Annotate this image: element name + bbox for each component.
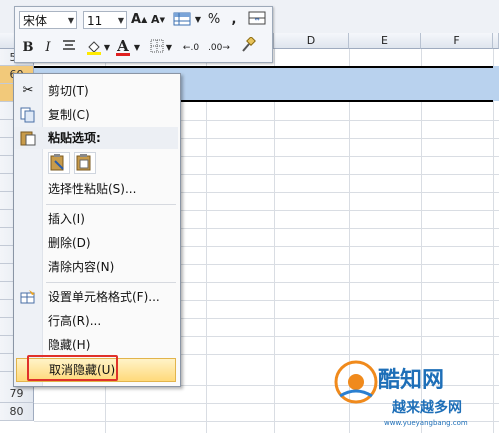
menu-item-format-cells[interactable]: 设置单元格格式(F)... bbox=[14, 286, 178, 308]
gridline bbox=[206, 49, 207, 433]
paste-option-default-icon[interactable] bbox=[48, 152, 70, 174]
increase-decimal-icon[interactable]: ←.0 bbox=[179, 39, 203, 57]
menu-item-row-height[interactable]: 行高(R)... bbox=[14, 310, 178, 332]
format-cells-icon bbox=[20, 289, 36, 305]
font-name-select[interactable]: 宋体 ▼ bbox=[19, 11, 77, 29]
selection-top-border bbox=[34, 66, 493, 68]
menu-item-paste-special[interactable]: 选择性粘贴(S)... bbox=[14, 178, 178, 200]
bold-button[interactable]: B bbox=[21, 39, 35, 57]
column-header-f[interactable]: F bbox=[421, 33, 493, 49]
column-header-d[interactable]: D bbox=[274, 33, 349, 49]
scissors-icon: ✂ bbox=[22, 83, 34, 98]
decrease-decimal-icon[interactable]: .00→ bbox=[207, 39, 231, 57]
chevron-down-icon[interactable]: ▼ bbox=[103, 39, 111, 57]
copy-icon bbox=[20, 107, 36, 123]
chevron-down-icon: ▼ bbox=[67, 16, 74, 25]
watermark-brand-secondary: 越来越多网 bbox=[392, 400, 462, 416]
paste-option-values-icon[interactable] bbox=[74, 152, 96, 174]
format-painter-table-icon[interactable] bbox=[171, 11, 193, 29]
column-header-g[interactable] bbox=[493, 33, 499, 49]
paste-icon bbox=[20, 130, 36, 146]
watermark-url: www.yueyangbang.com bbox=[384, 419, 468, 427]
column-header-e[interactable]: E bbox=[349, 33, 421, 49]
merge-cells-icon[interactable]: ⇔ bbox=[247, 11, 267, 29]
format-painter-icon[interactable] bbox=[239, 36, 257, 55]
shrink-font-icon[interactable]: A▼ bbox=[151, 11, 165, 29]
grow-font-icon[interactable]: A▲ bbox=[131, 11, 147, 29]
highlight-outline bbox=[27, 355, 118, 381]
row-header-80[interactable]: 80 bbox=[0, 403, 34, 421]
fill-color-icon[interactable] bbox=[85, 39, 103, 57]
gridline bbox=[493, 49, 494, 433]
italic-button[interactable]: I bbox=[41, 39, 55, 57]
menu-separator bbox=[46, 282, 176, 283]
borders-icon[interactable] bbox=[149, 39, 165, 57]
chevron-down-icon[interactable]: ▼ bbox=[194, 11, 202, 29]
chevron-down-icon: ▼ bbox=[117, 16, 124, 25]
gridline bbox=[274, 49, 275, 433]
font-size-select[interactable]: 11 ▼ bbox=[83, 11, 127, 29]
menu-item-clear-contents[interactable]: 清除内容(N) bbox=[14, 256, 178, 278]
menu-separator bbox=[46, 204, 176, 205]
menu-item-cut[interactable]: ✂ 剪切(T) bbox=[14, 80, 178, 102]
percent-button[interactable]: % bbox=[205, 11, 223, 29]
mini-toolbar: 宋体 ▼ 11 ▼ A▲ A▼ ▼ % , ⇔ B I ▼ A ▼ ▼ ←.0 … bbox=[14, 6, 273, 63]
comma-button[interactable]: , bbox=[227, 11, 241, 29]
context-menu: ✂ 剪切(T) 复制(C) 粘贴选项: 选择性粘贴(S)... 插入(I) 删除… bbox=[13, 73, 181, 387]
font-color-icon[interactable]: A bbox=[115, 37, 131, 56]
watermark-logo bbox=[330, 356, 382, 408]
center-align-icon[interactable] bbox=[61, 39, 77, 57]
menu-item-delete[interactable]: 删除(D) bbox=[14, 232, 178, 254]
chevron-down-icon[interactable]: ▼ bbox=[165, 39, 173, 57]
watermark-brand: 酷知网 bbox=[378, 368, 445, 393]
menu-item-hide[interactable]: 隐藏(H) bbox=[14, 334, 178, 356]
svg-text:⇔: ⇔ bbox=[254, 16, 259, 23]
menu-item-copy[interactable]: 复制(C) bbox=[14, 104, 178, 126]
chevron-down-icon[interactable]: ▼ bbox=[133, 39, 141, 57]
row-header-79[interactable]: 79 bbox=[0, 385, 34, 403]
menu-section-paste-options: 粘贴选项: bbox=[14, 127, 178, 149]
menu-item-insert[interactable]: 插入(I) bbox=[14, 208, 178, 230]
